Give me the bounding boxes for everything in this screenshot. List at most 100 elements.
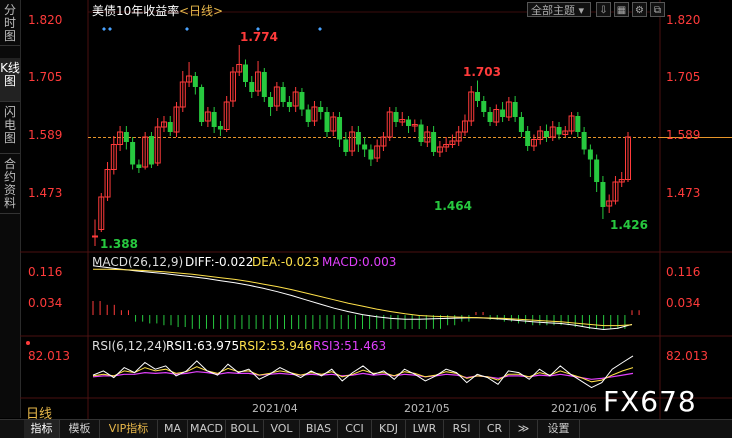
tab-kdj[interactable]: KDJ: [372, 420, 406, 438]
candle-body: [556, 127, 562, 135]
signal-marker: [185, 27, 189, 31]
macd-diff-label: DIFF:-0.022: [185, 255, 254, 269]
candle-body: [211, 112, 217, 127]
candle-body: [575, 116, 581, 132]
candle-body: [525, 131, 531, 146]
candle-body: [148, 136, 154, 165]
kline-chart[interactable]: [0, 0, 732, 419]
tab-indicators[interactable]: 指标: [24, 420, 60, 438]
candle-body: [280, 87, 286, 102]
tab-vol[interactable]: VOL: [264, 420, 300, 438]
more-tabs-icon[interactable]: ≫: [510, 420, 538, 438]
macd-value-label: MACD:0.003: [322, 255, 397, 269]
price-tick-left: 1.820: [28, 13, 63, 27]
rsi-marker-dot: [26, 341, 30, 345]
fx678-watermark: FX678: [603, 385, 697, 418]
candle-body: [500, 109, 506, 117]
macd-tick-right: 0.116: [666, 265, 701, 279]
high-annotation: 1.774: [240, 30, 278, 44]
price-tick-right: 1.820: [666, 13, 701, 27]
candle-body: [305, 109, 311, 122]
candle-body: [199, 87, 205, 122]
candle-body: [299, 92, 305, 110]
candle-body: [518, 117, 524, 132]
date-tick: 2021/06: [551, 402, 597, 415]
candle-body: [167, 122, 173, 132]
candle-body: [92, 235, 98, 238]
candle-body: [481, 101, 487, 112]
rsi1-label: RSI1:63.975: [166, 339, 240, 353]
price-tick-right: 1.705: [666, 70, 701, 84]
candle-body: [487, 112, 493, 122]
download-icon[interactable]: ⇩: [596, 2, 611, 17]
rsi-tick-left: 82.013: [28, 349, 70, 363]
candle-body: [192, 76, 198, 87]
macd-tick-left: 0.116: [28, 265, 63, 279]
candle-body: [600, 182, 606, 207]
candle-body: [261, 72, 267, 97]
tab-lwr[interactable]: LWR: [406, 420, 444, 438]
chevron-down-icon: ▾: [575, 4, 585, 17]
candle-body: [393, 112, 399, 122]
tab-vip-indicators[interactable]: VIP指标: [100, 420, 158, 438]
candle-body: [268, 97, 274, 107]
price-tick-left: 1.473: [28, 186, 63, 200]
macd-title: MACD(26,12,9): [92, 255, 184, 269]
candle-body: [242, 64, 248, 82]
candle-body: [581, 132, 587, 150]
tab-cr[interactable]: CR: [480, 420, 510, 438]
macd-tick-right: 0.034: [666, 296, 701, 310]
candle-body: [418, 124, 424, 142]
tab-ma[interactable]: MA: [158, 420, 188, 438]
rsi-tick-right: 82.013: [666, 349, 708, 363]
instrument-title: 美债10年收益率: [92, 4, 180, 18]
tab-rsi[interactable]: RSI: [444, 420, 480, 438]
period-tag[interactable]: <日线>: [179, 2, 223, 19]
candle-body: [594, 159, 600, 182]
price-tick-left: 1.705: [28, 70, 63, 84]
candle-body: [543, 131, 549, 137]
candle-body: [355, 132, 361, 145]
candle-body: [362, 144, 368, 150]
candle-body: [406, 119, 412, 126]
settings-icon[interactable]: ⚙: [632, 2, 647, 17]
candle-body: [475, 92, 481, 101]
indicator-toolbar: 指标 模板 VIP指标 MA MACD BOLL VOL BIAS CCI KD…: [0, 419, 732, 438]
candle-body: [324, 112, 330, 132]
candle-body: [368, 149, 374, 160]
candle-body: [130, 142, 136, 165]
high-annotation: 1.703: [463, 65, 501, 79]
grid-icon[interactable]: ▦: [614, 2, 629, 17]
candle-body: [123, 132, 129, 142]
candle-body: [431, 132, 437, 152]
macd-tick-left: 0.034: [28, 296, 63, 310]
rsi3-label: RSI3:51.463: [313, 339, 387, 353]
rsi2-label: RSI2:53.946: [239, 339, 313, 353]
rsi1-line: [92, 355, 634, 389]
date-tick: 2021/05: [404, 402, 450, 415]
tab-cci[interactable]: CCI: [338, 420, 372, 438]
signal-marker: [318, 27, 322, 31]
tab-settings[interactable]: 设置: [538, 420, 580, 438]
candle-body: [136, 164, 142, 168]
candle-body: [337, 117, 343, 140]
signal-marker: [102, 27, 106, 31]
theme-dropdown[interactable]: 全部主题 ▾: [527, 2, 591, 17]
tab-boll[interactable]: BOLL: [226, 420, 264, 438]
price-tick-right: 1.589: [666, 128, 701, 142]
candle-body: [318, 107, 324, 112]
low-annotation: 1.426: [610, 218, 648, 232]
tab-bias[interactable]: BIAS: [300, 420, 338, 438]
restore-icon[interactable]: ⧉: [650, 2, 665, 17]
candle-body: [249, 82, 255, 92]
low-annotation: 1.464: [434, 199, 472, 213]
theme-label: 全部主题: [531, 4, 575, 17]
tab-templates[interactable]: 模板: [60, 420, 100, 438]
candle-body: [512, 102, 518, 117]
candle-body: [217, 126, 223, 130]
tab-macd[interactable]: MACD: [188, 420, 226, 438]
price-tick-left: 1.589: [28, 128, 63, 142]
candle-body: [343, 139, 349, 152]
candle-body: [587, 149, 593, 160]
rsi-title: RSI(6,12,24): [92, 339, 167, 353]
